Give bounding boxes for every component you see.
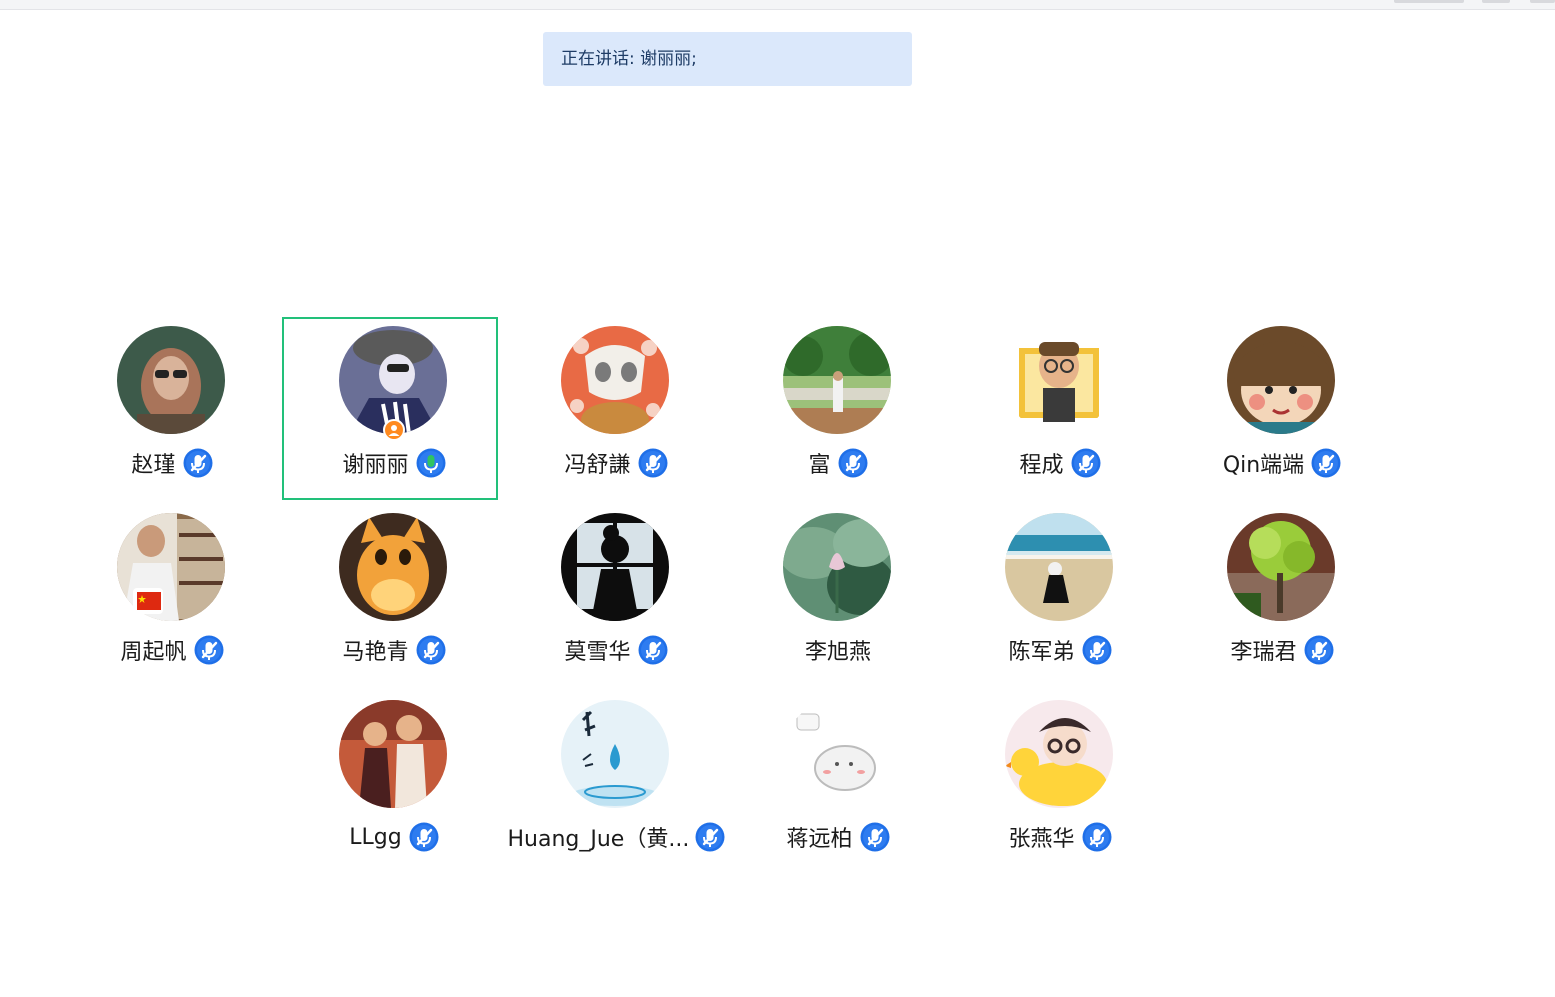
participant-name: 程成 bbox=[1019, 453, 1064, 478]
participant-name: Qin端端 bbox=[1222, 453, 1305, 478]
avatar[interactable] bbox=[561, 326, 669, 434]
participant-name: 马艳青 bbox=[342, 640, 409, 665]
microphone-muted-icon[interactable] bbox=[1304, 635, 1334, 665]
participant-tile[interactable]: 李瑞君 bbox=[1171, 513, 1393, 700]
participant-tile[interactable]: 陈军弟 bbox=[949, 513, 1171, 700]
avatar[interactable] bbox=[1227, 326, 1335, 434]
participant-label: 程成 bbox=[949, 446, 1171, 480]
participant-tile[interactable]: 谢丽丽 bbox=[282, 317, 505, 513]
participant-name: 赵瑾 bbox=[131, 453, 176, 478]
participant-label: 蒋远柏 bbox=[727, 820, 949, 854]
microphone-muted-icon[interactable] bbox=[638, 448, 668, 478]
microphone-active-icon[interactable] bbox=[416, 448, 446, 478]
microphone-muted-icon[interactable] bbox=[695, 822, 725, 852]
host-badge-icon bbox=[383, 419, 405, 441]
microphone-muted-icon[interactable] bbox=[1071, 448, 1101, 478]
participant-label: 富 bbox=[727, 446, 949, 480]
avatar[interactable] bbox=[561, 700, 669, 808]
participant-name: 李瑞君 bbox=[1230, 640, 1297, 665]
participant-label: Huang_Jue（黄... bbox=[505, 820, 727, 854]
participant-label: LLgg bbox=[283, 820, 505, 854]
participant-tile[interactable]: 马艳青 bbox=[283, 513, 505, 700]
participant-label: 李旭燕 bbox=[727, 633, 949, 667]
participant-name: 张燕华 bbox=[1008, 827, 1075, 852]
microphone-muted-icon[interactable] bbox=[1082, 635, 1112, 665]
participant-label: 李瑞君 bbox=[1171, 633, 1393, 667]
participant-tile[interactable]: 李旭燕 bbox=[727, 513, 949, 700]
avatar[interactable] bbox=[1005, 513, 1113, 621]
participant-tile[interactable]: LLgg bbox=[283, 700, 505, 887]
participant-label: 冯舒謙 bbox=[505, 446, 727, 480]
participant-label: 莫雪华 bbox=[505, 633, 727, 667]
participant-label: 陈军弟 bbox=[949, 633, 1171, 667]
participant-name: 周起帆 bbox=[120, 640, 187, 665]
microphone-muted-icon[interactable] bbox=[409, 822, 439, 852]
microphone-muted-icon[interactable] bbox=[194, 635, 224, 665]
participant-name: 蒋远柏 bbox=[786, 827, 853, 852]
avatar[interactable] bbox=[117, 326, 225, 434]
participant-label: 周起帆 bbox=[61, 633, 283, 667]
avatar[interactable] bbox=[783, 513, 891, 621]
avatar[interactable] bbox=[561, 513, 669, 621]
participant-name: 李旭燕 bbox=[804, 640, 871, 665]
participant-name: 莫雪华 bbox=[564, 640, 631, 665]
participant-tile[interactable]: Qin端端 bbox=[1171, 326, 1393, 513]
microphone-muted-icon[interactable] bbox=[860, 822, 890, 852]
participant-name: 谢丽丽 bbox=[342, 453, 409, 478]
china-flag-icon bbox=[133, 588, 163, 614]
participant-tile[interactable]: 赵瑾 bbox=[61, 326, 283, 513]
participant-tile[interactable]: 蒋远柏 bbox=[727, 700, 949, 887]
participant-label: 马艳青 bbox=[283, 633, 505, 667]
avatar[interactable] bbox=[1227, 513, 1335, 621]
avatar[interactable] bbox=[1005, 326, 1113, 434]
avatar[interactable] bbox=[339, 700, 447, 808]
avatar[interactable] bbox=[339, 326, 447, 434]
avatar[interactable] bbox=[339, 513, 447, 621]
microphone-muted-icon[interactable] bbox=[638, 635, 668, 665]
participant-tile[interactable]: 冯舒謙 bbox=[505, 326, 727, 513]
participant-tile[interactable]: 莫雪华 bbox=[505, 513, 727, 700]
microphone-muted-icon[interactable] bbox=[183, 448, 213, 478]
participant-name: LLgg bbox=[349, 824, 402, 850]
microphone-muted-icon[interactable] bbox=[1311, 448, 1341, 478]
participant-tile[interactable]: Huang_Jue（黄... bbox=[505, 700, 727, 887]
participant-label: Qin端端 bbox=[1171, 446, 1393, 480]
participant-tile[interactable]: 张燕华 bbox=[949, 700, 1171, 887]
microphone-muted-icon[interactable] bbox=[838, 448, 868, 478]
participant-tile[interactable]: 富 bbox=[727, 326, 949, 513]
participant-name: 陈军弟 bbox=[1008, 640, 1075, 665]
microphone-muted-icon[interactable] bbox=[1082, 822, 1112, 852]
participant-tile[interactable]: 程成 bbox=[949, 326, 1171, 513]
participant-name: 冯舒謙 bbox=[564, 453, 631, 478]
participant-name: Huang_Jue（黄... bbox=[507, 827, 688, 852]
avatar[interactable] bbox=[783, 326, 891, 434]
participant-label: 谢丽丽 bbox=[283, 446, 505, 480]
participant-tile[interactable]: 周起帆 bbox=[61, 513, 283, 700]
participant-label: 张燕华 bbox=[949, 820, 1171, 854]
participant-grid: 赵瑾 谢丽丽 冯舒謙 富 程成 Qin端端 周起帆 马艳青 莫雪华 李旭燕 陈军… bbox=[0, 0, 1555, 997]
participant-label: 赵瑾 bbox=[61, 446, 283, 480]
avatar[interactable] bbox=[1005, 700, 1113, 808]
microphone-muted-icon[interactable] bbox=[416, 635, 446, 665]
participant-name: 富 bbox=[808, 453, 831, 478]
avatar[interactable] bbox=[783, 700, 891, 808]
